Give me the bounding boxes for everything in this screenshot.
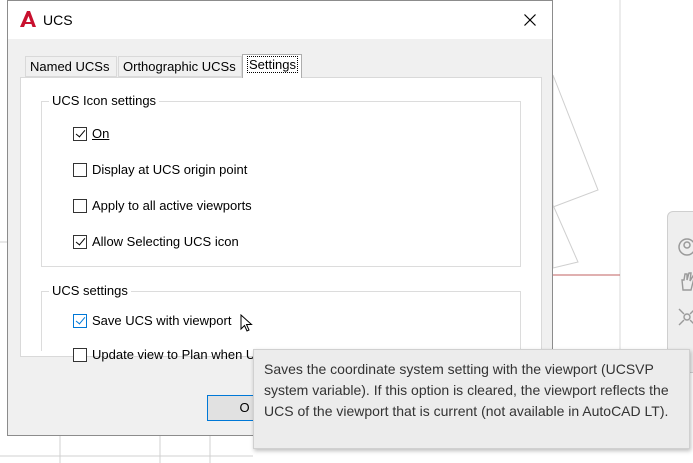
checkbox-box[interactable]: [73, 347, 87, 362]
steering-wheel-icon[interactable]: [676, 236, 693, 258]
group-title: UCS settings: [49, 283, 131, 298]
ucs-icon-settings-group: UCS Icon settings On Display at UCS orig…: [41, 93, 521, 267]
pan-hand-icon[interactable]: [676, 270, 693, 292]
close-icon: [524, 14, 536, 26]
checkbox-label: Allow Selecting UCS icon: [92, 234, 239, 249]
update-view-to-plan-checkbox[interactable]: Update view to Plan when U: [73, 347, 255, 362]
apply-all-viewports-checkbox[interactable]: Apply to all active viewports: [73, 198, 252, 213]
tab-settings[interactable]: Settings: [242, 54, 302, 78]
dialog-title: UCS: [43, 12, 73, 28]
orbit-icon[interactable]: [676, 306, 693, 328]
tooltip-text: Saves the coordinate system setting with…: [264, 361, 669, 419]
tooltip: Saves the coordinate system setting with…: [253, 349, 690, 449]
ucs-settings-group: UCS settings Save UCS with viewport Upda…: [41, 283, 521, 362]
settings-panel: UCS Icon settings On Display at UCS orig…: [20, 77, 542, 362]
checkbox-box[interactable]: [73, 313, 87, 328]
checkbox-box[interactable]: [73, 126, 87, 141]
close-button[interactable]: [508, 1, 552, 39]
display-at-origin-checkbox[interactable]: Display at UCS origin point: [73, 162, 247, 177]
autocad-app-icon: [20, 11, 36, 27]
on-checkbox[interactable]: On: [73, 126, 109, 141]
checkbox-label: Update view to Plan when U: [92, 347, 256, 362]
checkbox-label: Save UCS with viewport: [92, 313, 232, 328]
checkbox-box[interactable]: [73, 234, 87, 249]
tab-orthographic-ucss[interactable]: Orthographic UCSs: [118, 56, 242, 77]
checkbox-label: Apply to all active viewports: [92, 198, 252, 213]
mouse-pointer-icon: [240, 314, 253, 332]
checkbox-label: Display at UCS origin point: [92, 162, 248, 177]
tab-named-ucss[interactable]: Named UCSs: [25, 56, 117, 77]
save-ucs-with-viewport-checkbox[interactable]: Save UCS with viewport: [73, 313, 231, 328]
checkbox-box[interactable]: [73, 198, 87, 213]
allow-selecting-icon-checkbox[interactable]: Allow Selecting UCS icon: [73, 234, 239, 249]
checkbox-box[interactable]: [73, 162, 87, 177]
checkbox-label: On: [92, 126, 110, 141]
title-bar[interactable]: UCS: [8, 1, 552, 39]
group-title: UCS Icon settings: [49, 93, 160, 108]
